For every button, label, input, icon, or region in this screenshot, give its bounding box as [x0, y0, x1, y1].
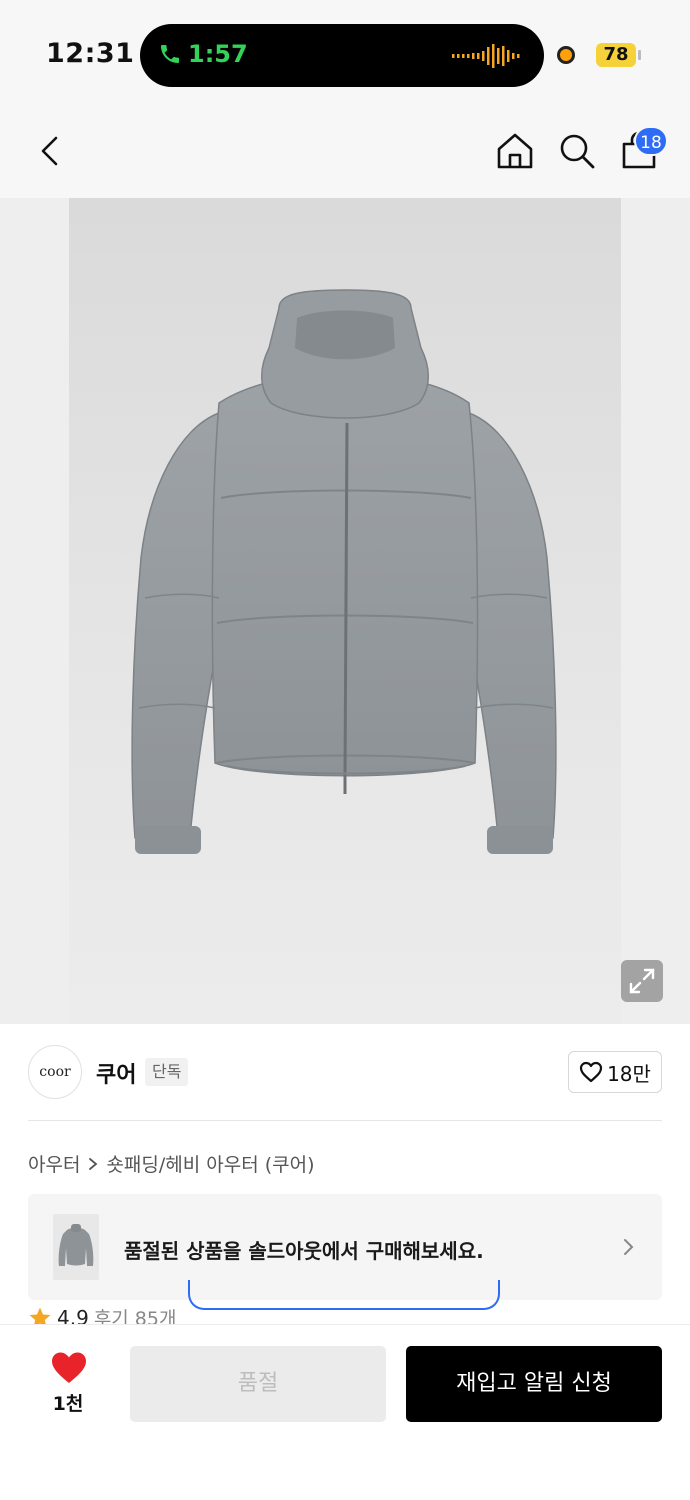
cart-count-badge: 18: [634, 126, 668, 156]
chevron-right-icon: [624, 1239, 634, 1255]
exclusive-tag: 단독: [145, 1058, 189, 1086]
soldout-button[interactable]: 품절: [130, 1346, 386, 1422]
battery-tip: [638, 50, 641, 60]
puffer-jacket-image: [131, 289, 557, 854]
dynamic-island[interactable]: 1:57: [140, 24, 544, 87]
brand-row: coor 쿠어 단독 18만: [0, 1024, 690, 1120]
breadcrumb-subcategory[interactable]: 숏패딩/헤비 아우터 (쿠어): [106, 1150, 314, 1177]
restock-alert-button[interactable]: 재입고 알림 신청: [406, 1346, 662, 1422]
home-icon[interactable]: [494, 130, 536, 172]
divider: [28, 1120, 662, 1121]
heart-outline-icon: [579, 1061, 603, 1083]
wish-count: 1천: [52, 1393, 84, 1415]
search-icon[interactable]: [556, 130, 598, 172]
bottom-action-bar: 1천 품절 재입고 알림 신청: [0, 1324, 690, 1500]
breadcrumb-category[interactable]: 아우터: [28, 1150, 80, 1177]
top-nav: [0, 100, 690, 198]
phone-icon: [161, 45, 179, 63]
audio-wave-icon: [452, 44, 520, 68]
soldout-banner-text: 품절된 상품을 솔드아웃에서 구매해보세요.: [124, 1239, 484, 1263]
battery-indicator: 78: [596, 43, 636, 67]
product-image[interactable]: [69, 198, 621, 1024]
status-time: 12:31: [46, 38, 135, 69]
brand-like-count: 18만: [607, 1061, 651, 1086]
call-indicator: 1:57: [158, 40, 248, 68]
expand-icon[interactable]: [621, 960, 663, 1002]
product-image-area[interactable]: [0, 198, 690, 1024]
chevron-right-icon: [89, 1157, 98, 1170]
jacket-thumbnail-image: [58, 1224, 94, 1266]
heart-filled-icon[interactable]: [50, 1351, 88, 1385]
brand-name[interactable]: 쿠어: [96, 1057, 136, 1089]
brand-like-button[interactable]: 18만: [568, 1051, 662, 1093]
breadcrumb: 아우터 숏패딩/헤비 아우터 (쿠어): [28, 1150, 315, 1177]
recording-dot: [557, 46, 575, 64]
status-bar: 12:31 1:57 78: [0, 0, 690, 100]
call-duration: 1:57: [188, 40, 248, 68]
floating-pill-edge: [188, 1280, 500, 1310]
back-icon[interactable]: [30, 130, 70, 172]
brand-logo[interactable]: coor: [28, 1045, 82, 1099]
product-thumbnail: [53, 1214, 99, 1280]
